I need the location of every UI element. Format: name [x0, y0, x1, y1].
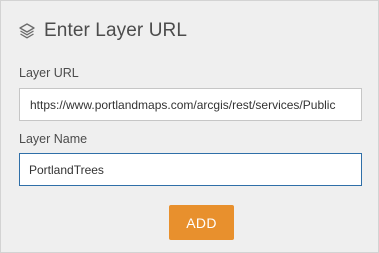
layers-icon — [18, 22, 36, 40]
panel-header: Enter Layer URL — [18, 19, 187, 43]
enter-layer-url-panel: Enter Layer URL Layer URL Layer Name ADD — [0, 0, 379, 253]
layer-name-input[interactable] — [19, 153, 362, 186]
layer-name-label: Layer Name — [19, 132, 88, 146]
layer-url-input[interactable] — [19, 88, 362, 121]
add-button[interactable]: ADD — [169, 205, 234, 240]
layer-url-label: Layer URL — [19, 66, 79, 80]
page-title: Enter Layer URL — [44, 20, 188, 41]
